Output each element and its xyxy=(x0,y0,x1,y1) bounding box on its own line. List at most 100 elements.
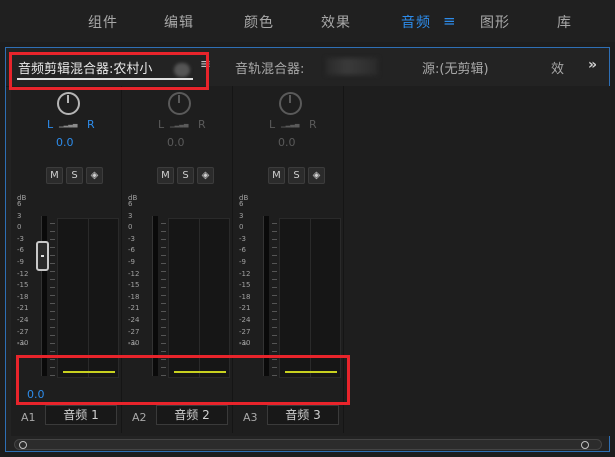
track-id: A3 xyxy=(243,411,258,424)
db-tick-label: -∞ xyxy=(17,340,26,348)
volume-fader-handle[interactable] xyxy=(36,241,49,271)
volume-value[interactable]: 0.0 xyxy=(27,388,45,401)
meter-ticks xyxy=(272,216,277,376)
meter-level-line xyxy=(285,371,337,373)
active-tab-underline xyxy=(17,78,193,80)
db-tick-label: -∞ xyxy=(128,340,137,348)
db-tick-label: -15 xyxy=(128,281,140,290)
solo-button[interactable]: S xyxy=(288,167,305,184)
pan-knob[interactable] xyxy=(57,92,80,115)
db-tick-label: -12 xyxy=(17,269,29,278)
solo-button[interactable]: S xyxy=(177,167,194,184)
db-tick-label: -6 xyxy=(17,246,24,255)
db-tick-label: -18 xyxy=(239,292,251,301)
db-tick-label: 0 xyxy=(17,223,22,232)
pan-value[interactable]: 0.0 xyxy=(56,136,86,149)
volume-fader-track[interactable] xyxy=(152,216,158,376)
db-tick-label: -15 xyxy=(239,281,251,290)
level-meter xyxy=(57,218,119,378)
pan-knob[interactable] xyxy=(279,92,302,115)
db-tick-label: -24 xyxy=(239,316,251,324)
db-tick-label: -27 xyxy=(239,327,251,336)
pan-value[interactable]: 0.0 xyxy=(278,136,308,149)
db-tick-label: -3 xyxy=(239,234,246,243)
pan-value[interactable]: 0.0 xyxy=(167,136,197,149)
channel-strip-a3: L ▁▂▃▄ R 0.0 M S ◈ dB 6 3 0 -3 -6 -9 -12 -15 -18-… xyxy=(233,86,344,433)
tab-audio-track-mixer[interactable]: 音轨混合器: xyxy=(235,58,304,77)
record-button[interactable]: ◈ xyxy=(86,167,103,184)
record-button[interactable]: ◈ xyxy=(308,167,325,184)
tab-audio-clip-mixer[interactable]: 音频剪辑混合器:农村小 xyxy=(18,58,152,77)
workspace-tab-graphics[interactable]: 图形 xyxy=(480,12,510,32)
left-label: L xyxy=(158,118,165,131)
level-meter xyxy=(279,218,341,378)
workspace-tab-audio[interactable]: 音频 xyxy=(401,12,431,32)
audio-mixer-panel: 音频剪辑混合器:农村小 ≡ 音轨混合器: 源:(无剪辑) 效 » L ▁▂▃▄ … xyxy=(5,47,611,452)
db-tick-label: 3 xyxy=(239,211,244,220)
db-tick-label: 3 xyxy=(17,211,22,220)
panel-overflow-icon[interactable]: » xyxy=(588,57,597,73)
db-tick-label: -9 xyxy=(239,258,246,266)
pan-knob[interactable] xyxy=(168,92,191,115)
volume-fader-track[interactable] xyxy=(263,216,269,376)
db-tick-label: -18 xyxy=(128,292,140,301)
solo-button[interactable]: S xyxy=(66,167,83,184)
db-tick-label: -21 xyxy=(239,304,251,313)
db-tick-label: 6 xyxy=(239,200,244,208)
workspace-menu-icon[interactable]: ≡ xyxy=(443,12,456,30)
tab-effects[interactable]: 效 xyxy=(551,58,564,77)
db-tick-label: -21 xyxy=(17,304,29,313)
horizontal-scrollbar[interactable] xyxy=(14,439,602,450)
db-tick-label: 0 xyxy=(128,223,133,232)
scrollbar-start-handle[interactable] xyxy=(19,441,27,449)
db-tick-label: -9 xyxy=(128,258,135,266)
db-tick-label: -9 xyxy=(17,258,24,266)
record-button[interactable]: ◈ xyxy=(197,167,214,184)
db-tick-label: -27 xyxy=(17,327,29,336)
volume-fader-track[interactable] xyxy=(41,216,47,376)
db-tick-label: 0 xyxy=(239,223,244,232)
workspace-bar: 组件 编辑 颜色 效果 音频 ≡ 图形 库 xyxy=(0,0,615,42)
meter-level-line xyxy=(174,371,226,373)
channel-strip-a2: L ▁▂▃▄ R 0.0 M S ◈ dB 6 3 0 -3 -6 -9 -12 -15 -18-… xyxy=(122,86,233,433)
db-tick-label: -∞ xyxy=(239,340,248,348)
pan-bars-icon: ▁▂▃▄ xyxy=(59,121,78,128)
track-id: A1 xyxy=(21,411,36,424)
track-name: 音频 3 xyxy=(267,405,339,425)
mute-button[interactable]: M xyxy=(268,167,285,184)
db-tick-label: -21 xyxy=(128,304,140,313)
meter-level-line xyxy=(63,371,115,373)
workspace-tab-editing[interactable]: 编辑 xyxy=(164,12,194,32)
pan-bars-icon: ▁▂▃▄ xyxy=(170,121,189,128)
workspace-tab-color[interactable]: 颜色 xyxy=(244,12,274,32)
redacted-area xyxy=(326,58,378,75)
mute-button[interactable]: M xyxy=(46,167,63,184)
db-tick-label: 3 xyxy=(128,211,133,220)
pan-bars-icon: ▁▂▃▄ xyxy=(281,121,300,128)
panel-menu-icon[interactable]: ≡ xyxy=(200,57,211,72)
db-tick-label: -3 xyxy=(17,234,24,243)
meter-divider xyxy=(88,219,89,377)
workspace-tab-assembly[interactable]: 组件 xyxy=(88,12,118,32)
db-tick-label: -6 xyxy=(239,246,246,255)
workspace-tab-effects[interactable]: 效果 xyxy=(321,12,351,32)
left-label: L xyxy=(47,118,54,131)
scrollbar-end-handle[interactable] xyxy=(581,441,589,449)
channel-strip-a1: L ▁▂▃▄ R 0.0 M S ◈ dB 6 3 0 -3 -6 -9 -12 -15 -18-… xyxy=(11,86,122,433)
db-tick-label: 6 xyxy=(17,200,22,208)
level-meter xyxy=(168,218,230,378)
meter-ticks xyxy=(161,216,166,376)
db-tick-label: -24 xyxy=(17,316,29,324)
meter-ticks xyxy=(50,216,55,376)
tab-source[interactable]: 源:(无剪辑) xyxy=(422,58,489,77)
db-tick-label: 6 xyxy=(128,200,133,208)
left-label: L xyxy=(269,118,276,131)
workspace-tab-libraries[interactable]: 库 xyxy=(557,12,572,32)
db-tick-label: -6 xyxy=(128,246,135,255)
right-label: R xyxy=(198,118,206,131)
mute-button[interactable]: M xyxy=(157,167,174,184)
track-name: 音频 2 xyxy=(156,405,228,425)
right-label: R xyxy=(87,118,95,131)
db-tick-label: -18 xyxy=(17,292,29,301)
db-tick-label: -24 xyxy=(128,316,140,324)
